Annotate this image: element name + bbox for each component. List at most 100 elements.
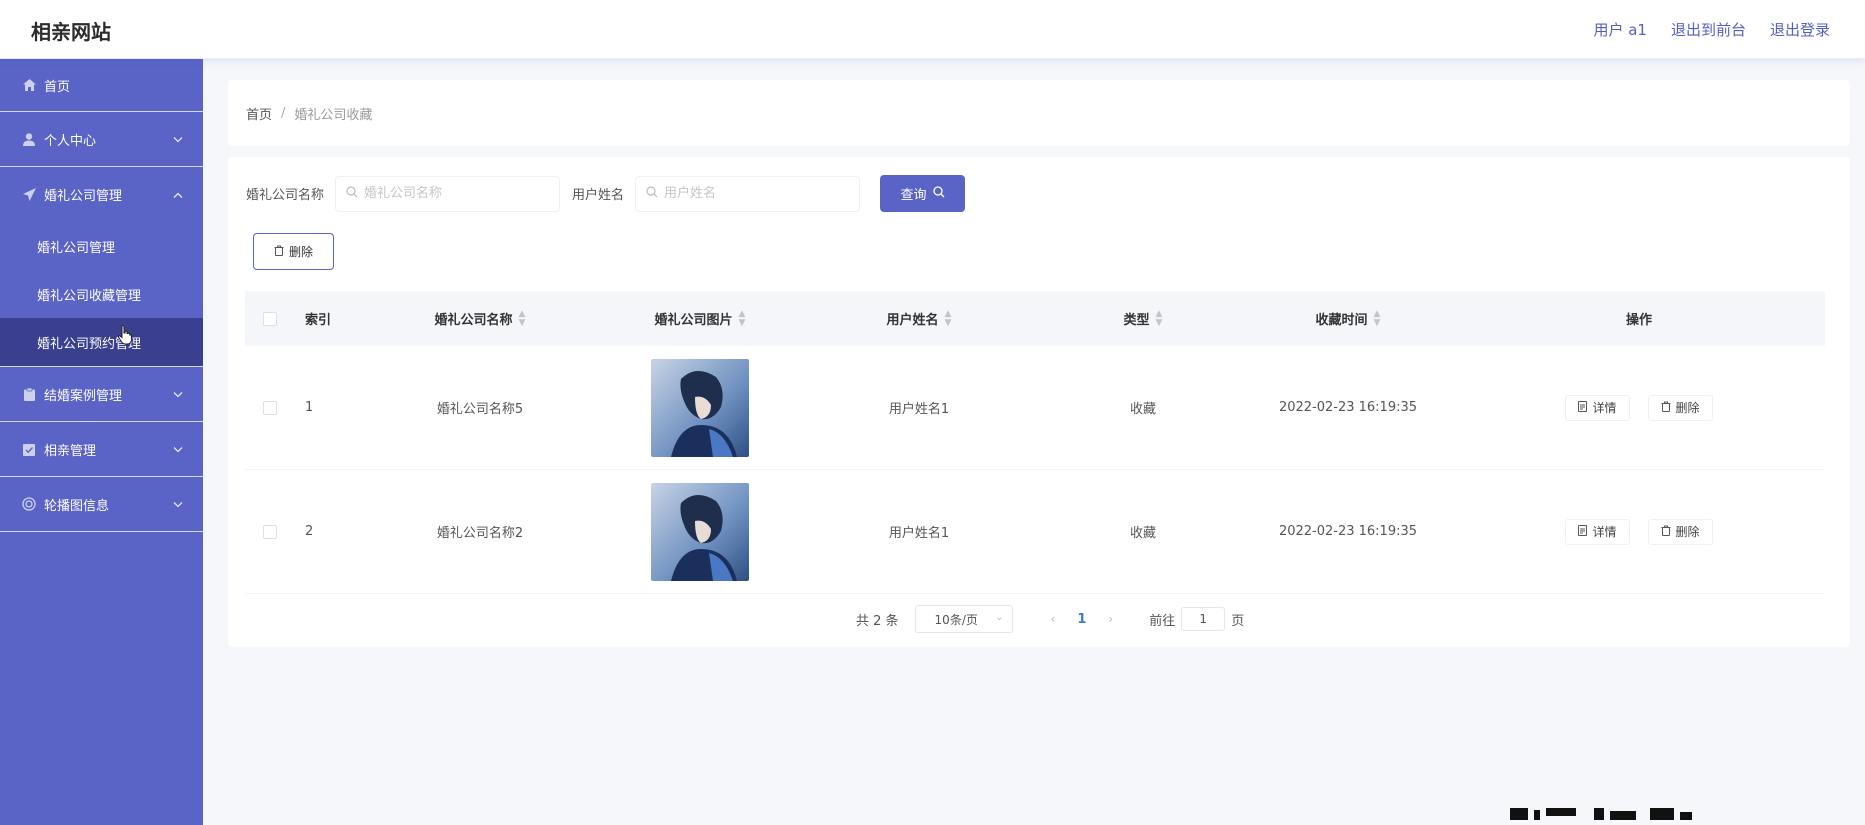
cell-company-name: 婚礼公司名称5	[436, 402, 524, 417]
row-checkbox-cell	[245, 400, 295, 415]
header-company-name[interactable]: 婚礼公司名称 ▲ ▼	[355, 309, 605, 328]
sidebar-subitem-company-manage[interactable]: 婚礼公司管理	[0, 222, 203, 270]
row-checkbox-cell	[245, 524, 295, 539]
total-count: 共 2 条	[856, 613, 899, 629]
user-name-search-field	[635, 175, 861, 212]
trash-icon	[274, 245, 284, 259]
header-company-image[interactable]: 婚礼公司图片 ▲ ▼	[605, 309, 795, 328]
document-icon	[1578, 524, 1588, 539]
document-icon	[1578, 400, 1588, 415]
delete-button[interactable]: 删除	[1647, 394, 1713, 421]
favorites-table: 索引 婚礼公司名称 ▲ ▼ 婚礼公司图片 ▲ ▼ 用户姓名 ▲ ▼ 类型 ▲ ▼ 收藏时间 ▲ ▼ …	[245, 291, 1825, 594]
sidebar-item-home[interactable]: 首页	[0, 59, 203, 112]
home-icon	[22, 78, 36, 92]
table-row: 2 婚礼公司名称2 用户姓名1 收藏 2022-02-23 16:19:35 详…	[245, 470, 1825, 594]
cell-user-name: 用户姓名1	[888, 402, 950, 417]
query-button[interactable]: 查询	[880, 175, 966, 212]
goto-suffix: 页	[1231, 613, 1245, 629]
sidebar-subitem-company-booking[interactable]: 婚礼公司预约管理	[0, 318, 203, 366]
target-icon	[22, 497, 36, 511]
company-name-input[interactable]	[364, 186, 545, 201]
detail-button[interactable]: 详情	[1565, 394, 1630, 421]
cell-actions: 详情 删除	[1453, 394, 1825, 421]
row-checkbox[interactable]	[263, 400, 277, 415]
sidebar-subitem-company-favorites[interactable]: 婚礼公司收藏管理	[0, 270, 203, 318]
chevron-down-icon	[173, 442, 183, 457]
breadcrumb-current: 婚礼公司收藏	[294, 107, 373, 123]
user-name-input[interactable]	[664, 186, 845, 201]
sort-icon[interactable]: ▲ ▼	[519, 309, 526, 328]
sort-icon[interactable]: ▲ ▼	[1156, 309, 1163, 328]
cell-fav-time: 2022-02-23 16:19:35	[1278, 524, 1418, 539]
sidebar-item-wedding-cases[interactable]: 结婚案例管理	[0, 367, 203, 422]
cell-index: 1	[305, 400, 314, 415]
table-row: 1 婚礼公司名称5 用户姓名1 收藏 2022-02-23 16:19:35 详…	[245, 346, 1825, 470]
batch-delete-button[interactable]: 删除	[253, 233, 334, 270]
site-title: 相亲网站	[31, 20, 111, 44]
detail-button[interactable]: 详情	[1565, 518, 1630, 545]
cell-type: 收藏	[1129, 526, 1156, 541]
sidebar-item-personal-center[interactable]: 个人中心	[0, 112, 203, 167]
cell-fav-time: 2022-02-23 16:19:35	[1278, 400, 1418, 415]
sidebar-item-label: 轮播图信息	[44, 498, 110, 514]
sidebar-item-label: 相亲管理	[44, 443, 97, 459]
company-thumbnail[interactable]	[651, 482, 749, 581]
header-company-image-label: 婚礼公司图片	[654, 313, 733, 328]
cell-company-image	[605, 482, 795, 581]
check-doc-icon	[22, 442, 36, 456]
trash-icon	[1661, 401, 1671, 415]
row-checkbox[interactable]	[263, 524, 277, 539]
goto-page-input[interactable]	[1181, 607, 1226, 631]
header-fav-time-label: 收藏时间	[1315, 313, 1368, 328]
header-fav-time[interactable]: 收藏时间 ▲ ▼	[1243, 309, 1453, 328]
delete-button-label: 删除	[1675, 401, 1700, 415]
sidebar-item-carousel[interactable]: 轮播图信息	[0, 477, 203, 532]
logout-link[interactable]: 退出登录	[1770, 19, 1830, 40]
sidebar-item-label: 婚礼公司管理	[44, 189, 123, 204]
header-checkbox-cell	[245, 311, 295, 326]
delete-button[interactable]: 删除	[1647, 518, 1713, 545]
page-number-current[interactable]: 1	[1077, 612, 1086, 627]
chevron-down-icon: ⌄	[995, 612, 1004, 623]
next-page-icon[interactable]: ›	[1108, 612, 1113, 626]
sidebar-group-wedding-company: 婚礼公司管理 婚礼公司管理 婚礼公司收藏管理 婚礼公司预约管理	[0, 167, 203, 367]
table-header: 索引 婚礼公司名称 ▲ ▼ 婚礼公司图片 ▲ ▼ 用户姓名 ▲ ▼ 类型 ▲ ▼ 收藏时间 ▲ ▼ …	[245, 291, 1825, 346]
chevron-up-icon	[173, 187, 183, 202]
company-name-label: 婚礼公司名称	[246, 188, 325, 203]
cell-user-name: 用户姓名1	[888, 526, 950, 541]
sidebar-item-wedding-company[interactable]: 婚礼公司管理	[0, 167, 203, 222]
chevron-down-icon	[173, 387, 183, 402]
header-user-name[interactable]: 用户姓名 ▲ ▼	[795, 309, 1043, 328]
page-size-value: 10条/页	[934, 612, 978, 627]
batch-delete-label: 删除	[288, 245, 313, 259]
company-name-search-field	[335, 175, 561, 212]
header-type[interactable]: 类型 ▲ ▼	[1043, 309, 1243, 328]
top-links: 用户 a1 退出到前台 退出登录	[1593, 19, 1830, 40]
prev-page-icon[interactable]: ‹	[1051, 612, 1056, 626]
cell-actions: 详情 删除	[1453, 518, 1825, 545]
select-all-checkbox[interactable]	[263, 311, 277, 326]
chevron-down-icon	[173, 497, 183, 512]
sort-icon[interactable]: ▲ ▼	[739, 309, 746, 328]
back-to-frontend-link[interactable]: 退出到前台	[1671, 19, 1746, 40]
company-thumbnail[interactable]	[651, 358, 749, 457]
search-bar: 婚礼公司名称 用户姓名 查询	[246, 175, 966, 212]
sort-icon[interactable]: ▲ ▼	[945, 309, 952, 328]
sidebar: 首页 个人中心 婚礼公司管理 婚礼公司管理 婚礼公司收藏管理 婚礼公司预约管理	[0, 59, 203, 825]
breadcrumb-home[interactable]: 首页	[246, 104, 272, 123]
search-icon	[646, 186, 658, 201]
sidebar-item-label: 结婚案例管理	[44, 388, 123, 404]
cell-index: 2	[305, 524, 314, 539]
sort-icon[interactable]: ▲ ▼	[1374, 309, 1381, 328]
detail-button-label: 详情	[1592, 525, 1617, 539]
search-icon	[346, 186, 358, 201]
sidebar-item-matchmaking[interactable]: 相亲管理	[0, 422, 203, 477]
cell-company-name: 婚礼公司名称2	[436, 526, 524, 541]
goto-prefix: 前往	[1149, 613, 1176, 629]
page-size-select[interactable]: 10条/页 ⌄	[914, 605, 1013, 633]
cell-type: 收藏	[1129, 402, 1156, 417]
chevron-down-icon	[173, 132, 183, 147]
watermark-overlay	[1510, 808, 1770, 825]
mouse-cursor-icon	[117, 325, 133, 349]
user-account-link[interactable]: 用户 a1	[1593, 19, 1647, 40]
